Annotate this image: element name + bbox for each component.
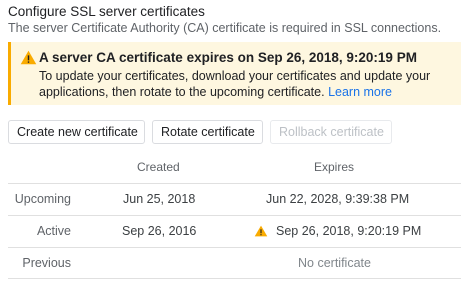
row-divider <box>8 215 461 216</box>
upcoming-created: Jun 25, 2018 <box>123 192 196 206</box>
section-subtitle: The server Certificate Authority (CA) ce… <box>8 21 442 35</box>
row-divider <box>8 247 461 248</box>
alert-body: To update your certificates, download yo… <box>39 68 459 100</box>
previous-expires: No certificate <box>298 256 371 270</box>
warning-icon <box>20 50 37 65</box>
row-divider <box>8 278 461 279</box>
ssl-certificates-panel: Configure SSL server certificates The se… <box>0 0 469 289</box>
warning-icon <box>254 225 268 237</box>
column-header-created: Created <box>137 160 180 174</box>
row-label-previous: Previous <box>22 256 71 270</box>
create-new-certificate-button[interactable]: Create new certificate <box>8 120 145 144</box>
learn-more-link[interactable]: Learn more <box>328 85 392 99</box>
row-label-active: Active <box>36 224 71 238</box>
column-header-expires: Expires <box>314 160 355 174</box>
active-created: Sep 26, 2016 <box>122 224 197 238</box>
rollback-certificate-button[interactable]: Rollback certificate <box>270 120 392 144</box>
alert-heading: A server CA certificate expires on Sep 2… <box>39 50 417 65</box>
section-title: Configure SSL server certificates <box>8 4 205 19</box>
row-divider <box>8 183 461 184</box>
upcoming-expires: Jun 22, 2028, 9:39:38 PM <box>266 192 410 206</box>
expiry-warning-banner: A server CA certificate expires on Sep 2… <box>8 42 461 105</box>
rotate-certificate-button[interactable]: Rotate certificate <box>152 120 263 144</box>
active-expires: Sep 26, 2018, 9:20:19 PM <box>276 224 422 238</box>
row-label-upcoming: Upcoming <box>14 192 71 206</box>
